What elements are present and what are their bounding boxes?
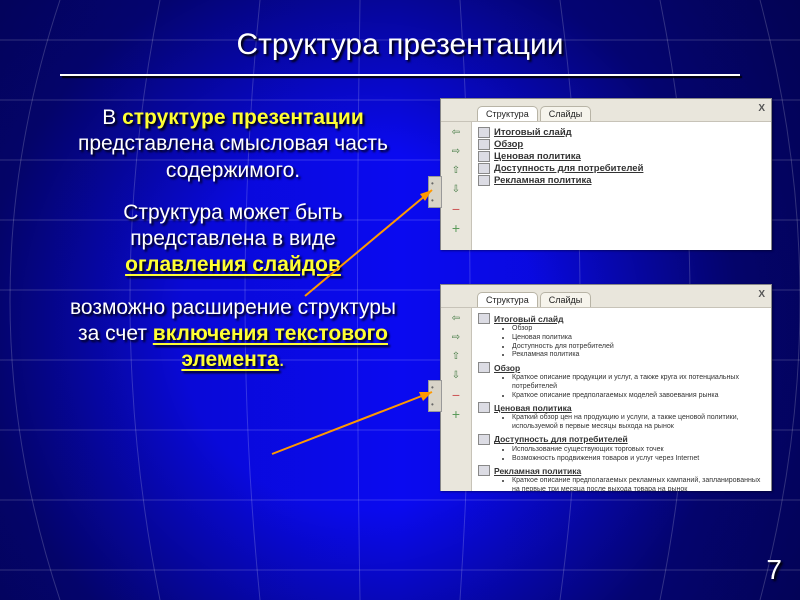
paragraph-1: В структуре презентации представлена смы… [68, 105, 398, 184]
outline-subitem: Обзор [512, 325, 765, 334]
close-icon[interactable]: X [758, 103, 765, 114]
close-icon[interactable]: X [758, 289, 765, 300]
outline-item-label: Ценовая политика [494, 151, 581, 162]
outline-item-label: Итоговый слайд [494, 314, 564, 324]
outline-item[interactable]: Рекламная политика [478, 175, 765, 186]
slide-icon [478, 313, 490, 324]
outline-list: Итоговый слайдОбзорЦеновая политикаДосту… [472, 122, 771, 250]
highlight-underline: оглавления слайдов [125, 253, 341, 276]
slide-icon [478, 362, 490, 373]
splitter-handle[interactable] [428, 380, 442, 412]
page-number: 7 [766, 554, 782, 586]
outline-item-label: Рекламная политика [494, 175, 592, 186]
outline-panel-collapsed: Структура Слайды X ⇦ ⇨ ⇧ ⇩ − + Итоговый … [440, 98, 772, 250]
outline-subitem: Краткое описание продукции и услуг, а та… [512, 374, 765, 392]
expand-icon[interactable]: + [447, 221, 465, 235]
outline-sublist: Краткий обзор цен на продукцию и услуги,… [504, 414, 765, 432]
tab-slides[interactable]: Слайды [540, 106, 592, 121]
tab-structure[interactable]: Структура [477, 106, 538, 121]
outline-item[interactable]: Рекламная политика [478, 465, 765, 476]
slide-icon [478, 402, 490, 413]
slide-icon [478, 151, 490, 162]
move-down-icon[interactable]: ⇩ [447, 183, 465, 197]
outline-sublist: Краткое описание предполагаемых рекламны… [504, 477, 765, 491]
outline-item[interactable]: Обзор [478, 139, 765, 150]
move-up-icon[interactable]: ⇧ [447, 350, 465, 364]
slide-icon [478, 434, 490, 445]
outline-item-label: Обзор [494, 363, 520, 373]
demote-icon[interactable]: ⇨ [447, 331, 465, 345]
move-down-icon[interactable]: ⇩ [447, 369, 465, 383]
outline-subitem: Краткое описание предполагаемых моделей … [512, 392, 765, 401]
outline-item-label: Рекламная политика [494, 466, 581, 476]
text: Структура может быть представлена в виде [123, 201, 343, 250]
expand-icon[interactable]: + [447, 407, 465, 421]
outline-item-label: Итоговый слайд [494, 127, 572, 138]
promote-icon[interactable]: ⇦ [447, 126, 465, 140]
outline-item[interactable]: Обзор [478, 362, 765, 373]
slide-icon [478, 139, 490, 150]
outline-item-label: Обзор [494, 139, 523, 150]
promote-icon[interactable]: ⇦ [447, 312, 465, 326]
outline-sublist: ОбзорЦеновая политикаДоступность для пот… [504, 325, 765, 360]
text: В [102, 106, 122, 129]
collapse-icon[interactable]: − [447, 388, 465, 402]
slide-icon [478, 465, 490, 476]
presentation-slide: Структура презентации В структуре презен… [0, 0, 800, 600]
outline-sublist: Краткое описание продукции и услуг, а та… [504, 374, 765, 400]
slide-body: В структуре презентации представлена смы… [68, 105, 398, 389]
outline-subitem: Краткое описание предполагаемых рекламны… [512, 477, 765, 491]
outline-list-expanded: Итоговый слайдОбзорЦеновая политикаДосту… [472, 308, 771, 491]
title-underline [60, 74, 740, 76]
highlight-underline: включения текстового элемента [153, 322, 388, 371]
highlight-text: структуре презентации [122, 106, 364, 129]
outline-item-label: Доступность для потребителей [494, 434, 628, 444]
text: . [279, 348, 285, 371]
tab-slides[interactable]: Слайды [540, 292, 592, 307]
outline-subitem: Краткий обзор цен на продукцию и услуги,… [512, 414, 765, 432]
outline-subitem: Использование существующих торговых точе… [512, 446, 765, 455]
paragraph-3: возможно расширение структуры за счет вк… [68, 295, 398, 374]
outline-item[interactable]: Итоговый слайд [478, 313, 765, 324]
slide-title: Структура презентации [0, 28, 800, 62]
outline-toolbar: ⇦ ⇨ ⇧ ⇩ − + [441, 308, 472, 491]
outline-sublist: Использование существующих торговых точе… [504, 446, 765, 464]
outline-item-label: Доступность для потребителей [494, 163, 643, 174]
outline-item[interactable]: Ценовая политика [478, 151, 765, 162]
outline-subitem: Рекламная политика [512, 351, 765, 360]
outline-subitem: Ценовая политика [512, 334, 765, 343]
paragraph-2: Структура может быть представлена в виде… [68, 200, 398, 279]
outline-item[interactable]: Доступность для потребителей [478, 163, 765, 174]
text: представлена смысловая часть содержимого… [78, 132, 388, 181]
outline-item[interactable]: Итоговый слайд [478, 127, 765, 138]
outline-panel-expanded: Структура Слайды X ⇦ ⇨ ⇧ ⇩ − + Итоговый … [440, 284, 772, 491]
outline-toolbar: ⇦ ⇨ ⇧ ⇩ − + [441, 122, 472, 250]
move-up-icon[interactable]: ⇧ [447, 164, 465, 178]
outline-subitem: Возможность продвижения товаров и услуг … [512, 455, 765, 464]
outline-item[interactable]: Ценовая политика [478, 402, 765, 413]
panel-tabs: Структура Слайды X [441, 285, 771, 308]
splitter-handle[interactable] [428, 176, 442, 208]
slide-icon [478, 127, 490, 138]
demote-icon[interactable]: ⇨ [447, 145, 465, 159]
slide-icon [478, 175, 490, 186]
panel-tabs: Структура Слайды X [441, 99, 771, 122]
tab-structure[interactable]: Структура [477, 292, 538, 307]
outline-subitem: Доступность для потребителей [512, 343, 765, 352]
slide-icon [478, 163, 490, 174]
collapse-icon[interactable]: − [447, 202, 465, 216]
outline-item-label: Ценовая политика [494, 403, 572, 413]
outline-item[interactable]: Доступность для потребителей [478, 434, 765, 445]
